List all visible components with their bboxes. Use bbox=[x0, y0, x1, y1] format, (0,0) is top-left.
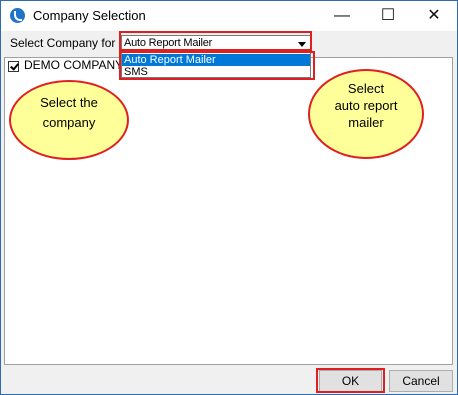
window-title: Company Selection bbox=[33, 8, 146, 23]
callout-select-mailer: Select auto report mailer bbox=[308, 69, 424, 159]
ok-highlight-box bbox=[316, 368, 385, 393]
maximize-button[interactable]: ☐ bbox=[365, 1, 411, 31]
company-for-label: Select Company for bbox=[10, 36, 116, 50]
callout-mailer-line3: mailer bbox=[348, 115, 384, 130]
dropdown-highlight-box bbox=[119, 51, 315, 80]
minimize-button[interactable]: — bbox=[319, 1, 365, 31]
title-bar[interactable]: Company Selection — ☐ ✕ bbox=[1, 1, 457, 31]
close-button[interactable]: ✕ bbox=[411, 1, 457, 31]
callout-mailer-line1: Select bbox=[347, 81, 385, 96]
callout-mailer-line2: auto report bbox=[334, 98, 398, 113]
callout-company-line1: Select the bbox=[40, 95, 98, 110]
cancel-button[interactable]: Cancel bbox=[389, 370, 453, 392]
callout-select-company: Select the company bbox=[9, 80, 129, 160]
app-logo-icon bbox=[10, 8, 25, 23]
callout-company-line2: company bbox=[42, 115, 96, 130]
company-checkbox[interactable] bbox=[8, 61, 19, 72]
select-highlight-box bbox=[119, 31, 312, 51]
button-bar bbox=[1, 366, 456, 393]
company-name[interactable]: DEMO COMPANY bbox=[24, 58, 123, 72]
